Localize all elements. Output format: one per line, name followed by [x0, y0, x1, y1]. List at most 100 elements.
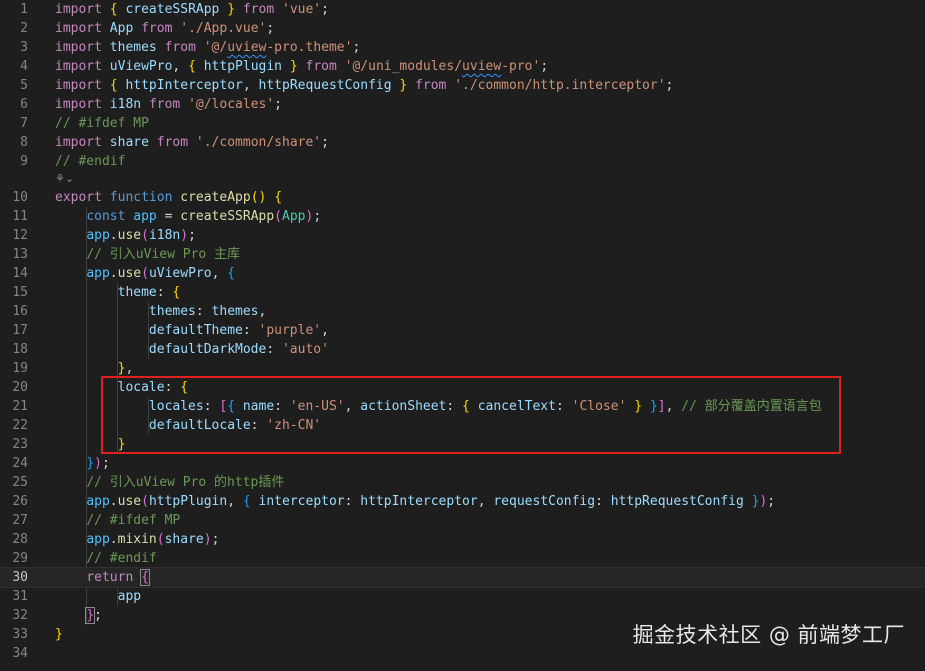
code-line[interactable]: 4 import uViewPro, { httpPlugin } from '@…: [0, 57, 925, 76]
code-token: ,: [227, 494, 243, 509]
code-line[interactable]: 9 // #endif: [0, 152, 925, 171]
code-line[interactable]: 18 defaultDarkMode: 'auto': [0, 340, 925, 359]
code-token: }: [55, 627, 63, 642]
line-number: 25: [12, 475, 28, 490]
code-token: ): [203, 532, 212, 547]
code-line[interactable]: 2 import App from './App.vue';: [0, 19, 925, 38]
code-token: ,: [477, 494, 494, 509]
code-text: };: [55, 606, 102, 625]
code-line[interactable]: 13 // 引入uView Pro 主库: [0, 245, 925, 264]
code-token: return: [86, 570, 134, 585]
code-line[interactable]: 6 import i18n from '@/locales';: [0, 95, 925, 114]
code-text: theme: {: [55, 283, 181, 302]
code-line[interactable]: 26 app.use(httpPlugin, { interceptor: ht…: [0, 492, 925, 511]
code-token: ;: [274, 97, 282, 112]
code-token: ): [94, 456, 102, 471]
code-text: // #ifdef MP: [55, 511, 180, 530]
code-line[interactable]: 15 theme: {: [0, 283, 925, 302]
line-number: 31: [12, 589, 28, 604]
code-token: (: [156, 532, 165, 547]
code-text: import { createSSRApp } from 'vue';: [55, 0, 329, 19]
code-token: defaultDarkMode: [148, 342, 267, 357]
code-text: const app = createSSRApp(App);: [55, 207, 321, 226]
code-token: theme: [117, 285, 157, 300]
code-token: (: [274, 209, 282, 224]
code-token: :: [242, 323, 259, 338]
code-text: defaultTheme: 'purple',: [55, 321, 329, 340]
code-token: {: [242, 494, 251, 509]
code-token: ,: [211, 266, 228, 281]
code-token: import: [55, 78, 102, 93]
code-editor[interactable]: 1 import { createSSRApp } from 'vue'; 2 imp…: [0, 0, 925, 671]
code-line[interactable]: 1 import { createSSRApp } from 'vue';: [0, 0, 925, 19]
code-line[interactable]: 5 import { httpInterceptor, httpRequestCo…: [0, 76, 925, 95]
code-line[interactable]: 30 return {: [0, 567, 925, 588]
code-token: // #ifdef MP: [86, 513, 181, 528]
code-text: app.use(uViewPro, {: [55, 264, 235, 283]
line-number: 3: [20, 40, 28, 55]
code-token: uViewPro: [148, 266, 212, 281]
code-token: {: [172, 285, 181, 300]
fold-marker-icon[interactable]: ⚘⌄: [55, 169, 74, 188]
code-token: app: [86, 532, 110, 547]
code-line[interactable]: 11 const app = createSSRApp(App);: [0, 207, 925, 226]
line-number: 28: [12, 532, 28, 547]
code-line[interactable]: 29 // #endif: [0, 549, 925, 568]
code-line[interactable]: 10 export function createApp() {: [0, 188, 925, 207]
line-number: 18: [12, 342, 28, 357]
code-token: ,: [242, 78, 259, 93]
code-token: (: [141, 228, 149, 243]
code-token: {: [188, 59, 196, 74]
code-text: import themes from '@/uview-pro.theme';: [55, 38, 360, 57]
code-token: 'auto': [281, 342, 329, 357]
code-token: import: [55, 59, 102, 74]
code-token: app: [86, 494, 110, 509]
code-token: from: [164, 40, 196, 55]
line-number: 32: [12, 608, 28, 623]
code-line[interactable]: 31 app: [0, 587, 925, 606]
code-line[interactable]: 28 app.mixin(share);: [0, 530, 925, 549]
code-line[interactable]: 12 app.use(i18n);: [0, 226, 925, 245]
code-token: .: [109, 266, 118, 281]
code-line[interactable]: 3 import themes from '@/uview-pro.theme';: [0, 38, 925, 57]
code-line[interactable]: 7 // #ifdef MP: [0, 114, 925, 133]
code-token: httpPlugin: [203, 59, 283, 74]
code-text: }: [55, 625, 63, 644]
code-token: app: [133, 209, 157, 224]
code-line[interactable]: 14 app.use(uViewPro, {: [0, 264, 925, 283]
code-token: app: [117, 589, 142, 604]
code-token: // #ifdef MP: [55, 116, 149, 131]
code-line[interactable]: 27 // #ifdef MP: [0, 511, 925, 530]
code-token: uview: [227, 40, 267, 55]
code-token: :: [595, 494, 611, 509]
code-line[interactable]: 25 // 引入uView Pro 的http插件: [0, 473, 925, 492]
code-text: // 引入uView Pro 主库: [55, 245, 240, 264]
code-line[interactable]: 16 themes: themes,: [0, 302, 925, 321]
code-line[interactable]: 17 defaultTheme: 'purple',: [0, 321, 925, 340]
code-token: function: [109, 190, 173, 205]
code-token: -pro': [501, 59, 541, 74]
code-token: uViewPro: [109, 59, 173, 74]
line-number: 8: [20, 135, 28, 150]
code-line[interactable]: 8 import share from './common/share';: [0, 133, 925, 152]
code-token: ;: [321, 135, 329, 150]
code-line[interactable]: 24 });: [0, 454, 925, 473]
line-number: 17: [12, 323, 28, 338]
code-token: }: [289, 59, 298, 74]
